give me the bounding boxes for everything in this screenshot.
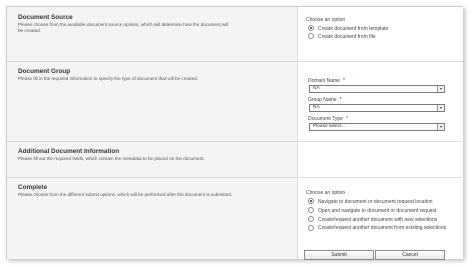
radio-create-from-existing-selections[interactable]: Create/request another document from exi…	[308, 225, 453, 232]
complete-title: Complete	[18, 184, 48, 191]
group-name-label: Group Name *	[308, 97, 342, 103]
radio-unselected-icon[interactable]	[308, 207, 314, 213]
submit-button[interactable]: Submit	[304, 250, 374, 260]
radio-label: Open and navigate to document or documen…	[318, 208, 437, 214]
radio-selected-icon[interactable]	[308, 25, 314, 31]
document-group-info-panel: Document Group Please fill in the requir…	[7, 62, 297, 142]
document-source-section: Document Source Please choose from the a…	[7, 7, 463, 61]
document-type-select[interactable]: Please select...	[309, 123, 445, 131]
document-source-title: Document Source	[18, 14, 73, 21]
complete-section: Complete Please choose from the differen…	[7, 177, 463, 260]
radio-unselected-icon[interactable]	[308, 33, 314, 39]
additional-info-section: Additional Document Information Please f…	[7, 141, 463, 178]
document-group-fields-panel: Domain Name * NA Group Name * NA Document …	[297, 62, 463, 142]
complete-option-header: Choose an option	[306, 190, 346, 196]
radio-create-from-template[interactable]: Create document from template	[308, 25, 388, 32]
chevron-down-icon[interactable]	[437, 105, 444, 111]
additional-info-fields-panel	[297, 142, 463, 178]
radio-selected-icon[interactable]	[308, 198, 314, 204]
document-source-option-header: Choose an option	[306, 17, 346, 23]
radio-label: Create document from template	[318, 26, 389, 32]
additional-info-title: Additional Document Information	[18, 148, 120, 155]
complete-options-panel: Choose an option Navigate to document or…	[297, 178, 463, 260]
required-marker: *	[342, 78, 345, 84]
domain-name-label: Domain Name *	[308, 78, 345, 84]
additional-info-panel: Additional Document Information Please f…	[7, 142, 297, 178]
domain-name-value: NA	[313, 86, 320, 91]
radio-open-and-navigate[interactable]: Open and navigate to document or documen…	[308, 207, 436, 214]
complete-info-panel: Complete Please choose from the differen…	[7, 178, 297, 259]
document-source-description: Please choose from the available documen…	[18, 22, 229, 33]
group-name-select[interactable]: NA	[309, 104, 445, 112]
radio-unselected-icon[interactable]	[308, 216, 314, 222]
document-source-options-panel: Choose an option Create document from te…	[297, 7, 463, 61]
radio-create-with-new-selections[interactable]: Create/request another document with new…	[308, 216, 437, 223]
radio-label: Create document from file	[318, 34, 376, 40]
radio-create-from-file[interactable]: Create document from file	[308, 33, 376, 40]
document-type-value: Please select...	[313, 124, 346, 129]
cancel-button[interactable]: Cancel	[375, 250, 445, 260]
document-group-title: Document Group	[18, 68, 71, 75]
radio-navigate-to-location[interactable]: Navigate to document or document request…	[308, 198, 433, 205]
radio-unselected-icon[interactable]	[308, 225, 314, 231]
required-marker: *	[339, 97, 342, 103]
radio-label: Create/request another document from exi…	[318, 225, 447, 231]
chevron-down-icon[interactable]	[437, 124, 444, 130]
additional-info-description: Please fill out the required fields, whi…	[18, 156, 205, 161]
complete-description: Please choose from the different submit …	[18, 192, 233, 197]
document-creation-form: Document Source Please choose from the a…	[6, 6, 463, 260]
radio-label: Navigate to document or document request…	[318, 199, 433, 205]
document-type-label: Document Type *	[308, 116, 348, 122]
domain-name-select[interactable]: NA	[309, 85, 445, 93]
required-marker: *	[345, 116, 348, 122]
group-name-value: NA	[313, 105, 320, 110]
chevron-down-icon[interactable]	[437, 86, 444, 92]
document-group-section: Document Group Please fill in the requir…	[7, 61, 463, 142]
document-source-info-panel: Document Source Please choose from the a…	[7, 7, 297, 61]
radio-label: Create/request another document with new…	[318, 217, 438, 223]
document-group-description: Please fill in the required information …	[18, 76, 199, 81]
